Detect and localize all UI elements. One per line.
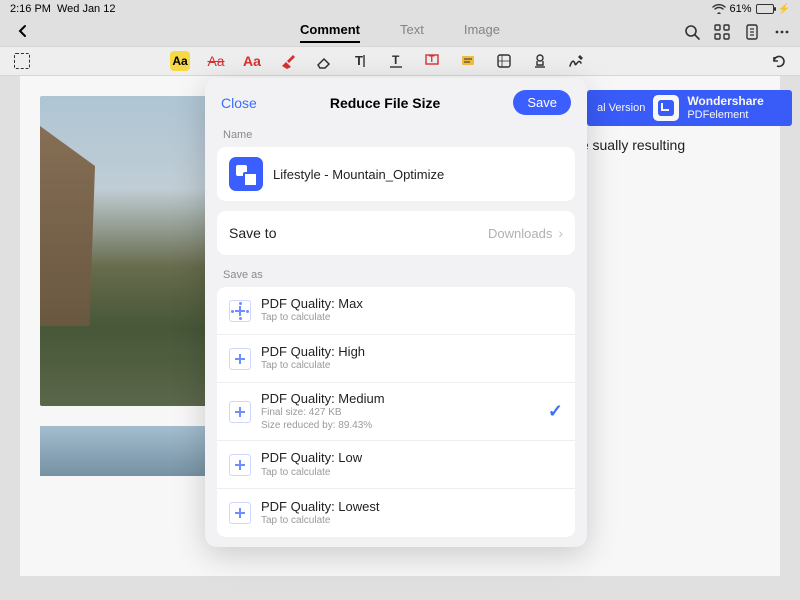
close-button[interactable]: Close (221, 95, 257, 111)
quality-icon (229, 454, 251, 476)
quality-option-lowest[interactable]: PDF Quality: Lowest Tap to calculate (217, 489, 575, 537)
chevron-right-icon: › (558, 225, 563, 241)
name-section-label: Name (205, 125, 587, 147)
quality-icon (229, 401, 251, 423)
quality-title: PDF Quality: Low (261, 450, 362, 466)
quality-sub: Tap to calculate (261, 312, 363, 325)
quality-sub-size: Final size: 427 KB (261, 407, 385, 420)
checkmark-icon: ✓ (548, 401, 563, 422)
save-button[interactable]: Save (513, 90, 571, 115)
quality-title: PDF Quality: Medium (261, 391, 385, 407)
reduce-file-size-modal: Close Reduce File Size Save Name Save to… (205, 78, 587, 547)
quality-icon (229, 300, 251, 322)
save-to-value: Downloads (488, 226, 552, 241)
save-to-row[interactable]: Save to Downloads › (217, 211, 575, 255)
modal-title: Reduce File Size (330, 95, 440, 111)
quality-option-low[interactable]: PDF Quality: Low Tap to calculate (217, 441, 575, 489)
quality-option-high[interactable]: PDF Quality: High Tap to calculate (217, 335, 575, 383)
quality-sub: Tap to calculate (261, 360, 365, 373)
file-icon (229, 157, 263, 191)
filename-input[interactable] (273, 167, 563, 182)
quality-sub: Tap to calculate (261, 467, 362, 480)
saveas-section-label: Save as (205, 265, 587, 287)
quality-title: PDF Quality: High (261, 344, 365, 360)
quality-title: PDF Quality: Lowest (261, 499, 380, 515)
quality-icon (229, 348, 251, 370)
quality-sub: Tap to calculate (261, 515, 380, 528)
quality-icon (229, 502, 251, 524)
save-to-label: Save to (229, 225, 276, 241)
quality-option-max[interactable]: PDF Quality: Max Tap to calculate (217, 287, 575, 335)
quality-sub-reduced: Size reduced by: 89.43% (261, 420, 385, 433)
quality-title: PDF Quality: Max (261, 296, 363, 312)
quality-option-medium[interactable]: PDF Quality: Medium Final size: 427 KB S… (217, 383, 575, 441)
